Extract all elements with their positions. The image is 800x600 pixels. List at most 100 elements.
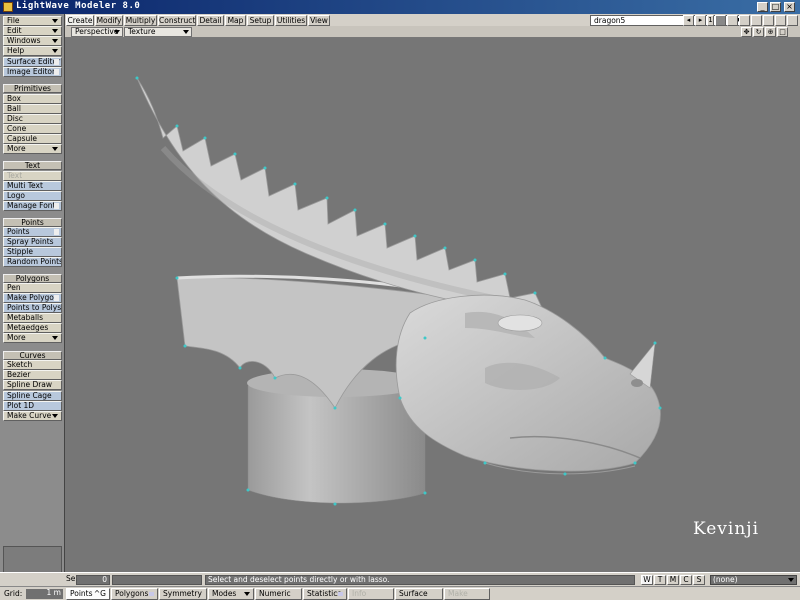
tab-create[interactable]: Create: [66, 15, 94, 26]
tool-multi-text[interactable]: Multi Text: [3, 181, 62, 191]
edit-menu[interactable]: Edit: [3, 26, 62, 36]
surface-button[interactable]: Surface: [395, 588, 443, 600]
tool-box[interactable]: Box: [3, 94, 62, 104]
tab-construct[interactable]: Construct: [158, 15, 196, 26]
make-polygon-label: Make Polygon: [7, 293, 59, 302]
tab-setup[interactable]: Setup: [247, 15, 274, 26]
maximize-viewport-icon[interactable]: □: [777, 27, 788, 37]
tool-spline-cage[interactable]: Spline Cage: [3, 391, 62, 401]
tool-random-points[interactable]: Random Points: [3, 257, 62, 267]
tool-capsule[interactable]: Capsule: [3, 134, 62, 144]
window-title: LightWave Modeler 8.0: [16, 1, 141, 11]
move-view-icon[interactable]: ✥: [741, 27, 752, 37]
make-curve-menu[interactable]: Make Curve: [3, 411, 62, 421]
layer-next-icon[interactable]: ▸: [695, 15, 706, 26]
eye-socket: [497, 314, 543, 332]
primitives-more-menu[interactable]: More: [3, 144, 62, 154]
polygons-mode-label: Polygons: [115, 589, 149, 598]
mode-marker: [338, 592, 343, 596]
tool-sketch[interactable]: Sketch: [3, 360, 62, 370]
image-editor-button[interactable]: Image Editor: [3, 67, 62, 77]
tool-bezier[interactable]: Bezier: [3, 370, 62, 380]
layer-number[interactable]: 1: [707, 15, 714, 26]
help-menu[interactable]: Help: [3, 46, 62, 56]
dragon-model: [135, 76, 662, 506]
tool-disc[interactable]: Disc: [3, 114, 62, 124]
shortcut-marker: [54, 295, 59, 301]
make-button[interactable]: Make: [444, 588, 490, 600]
close-button[interactable]: ×: [784, 2, 795, 12]
selection-count: 0: [76, 575, 110, 585]
tab-map[interactable]: Map: [225, 15, 246, 26]
render-mode-select[interactable]: Texture: [124, 27, 192, 37]
tool-stipple[interactable]: Stipple: [3, 247, 62, 257]
tool-metaballs[interactable]: Metaballs: [3, 313, 62, 323]
layer-slot-7[interactable]: [787, 15, 798, 26]
polygons-mode-button[interactable]: Polygons: [111, 588, 158, 600]
points-mode-button[interactable]: Points ^G: [66, 588, 110, 600]
group-header-curves: Curves: [3, 351, 62, 360]
points-label: Points: [7, 227, 30, 236]
selection-info-field: [112, 575, 202, 585]
tool-pen[interactable]: Pen: [3, 283, 62, 293]
view-type-select[interactable]: Perspective: [71, 27, 123, 37]
wtmcs-w-button[interactable]: W: [641, 575, 653, 585]
wtmcs-m-button[interactable]: M: [667, 575, 679, 585]
layer-prev-icon[interactable]: ◂: [683, 15, 694, 26]
app-icon: [3, 2, 13, 12]
windows-menu[interactable]: Windows: [3, 36, 62, 46]
tool-points[interactable]: Points: [3, 227, 62, 237]
maximize-button[interactable]: □: [770, 2, 781, 12]
polygons-more-menu[interactable]: More: [3, 333, 62, 343]
status-bar: Sel: 0 Select and deselect points direct…: [0, 572, 800, 586]
watermark-signature: Kevinji: [693, 519, 760, 539]
tool-text[interactable]: Text: [3, 171, 62, 181]
numeric-button[interactable]: Numeric: [255, 588, 302, 600]
help-message: Select and deselect points directly or w…: [205, 575, 635, 585]
vertex-map-select[interactable]: (none): [710, 575, 797, 585]
layer-slot-3[interactable]: [739, 15, 750, 26]
layer-slot-5[interactable]: [763, 15, 774, 26]
rotate-view-icon[interactable]: ↻: [753, 27, 764, 37]
tool-logo[interactable]: Logo: [3, 191, 62, 201]
manage-fonts-button[interactable]: Manage Fonts: [3, 201, 62, 211]
surface-editor-button[interactable]: Surface Editor: [3, 57, 62, 67]
tab-modify[interactable]: Modify: [95, 15, 123, 26]
tab-utilities[interactable]: Utilities: [275, 15, 307, 26]
statistics-button[interactable]: Statistics: [303, 588, 347, 600]
tool-cone[interactable]: Cone: [3, 124, 62, 134]
tab-view[interactable]: View: [308, 15, 330, 26]
wtmcs-t-button[interactable]: T: [654, 575, 666, 585]
tool-plot-1d[interactable]: Plot 1D: [3, 401, 62, 411]
wtmcs-s-button[interactable]: S: [693, 575, 705, 585]
perspective-viewport[interactable]: Kevinji: [65, 38, 800, 572]
shortcut-marker: [54, 229, 59, 235]
shortcut-marker: [54, 203, 59, 209]
tool-metaedges[interactable]: Metaedges: [3, 323, 62, 333]
shortcut-marker: [54, 69, 59, 75]
zoom-view-icon[interactable]: ⊕: [765, 27, 776, 37]
surface-editor-label: Surface Editor: [7, 57, 61, 66]
tab-detail[interactable]: Detail: [197, 15, 224, 26]
file-menu[interactable]: File: [3, 16, 62, 26]
wtmcs-c-button[interactable]: C: [680, 575, 692, 585]
tool-ball[interactable]: Ball: [3, 104, 62, 114]
make-polygon-button[interactable]: Make Polygon: [3, 293, 62, 303]
layer-slot-4[interactable]: [751, 15, 762, 26]
minimize-button[interactable]: _: [757, 2, 768, 12]
tab-multiply[interactable]: Multiply: [124, 15, 157, 26]
points-to-polys-button[interactable]: Points to Polys: [3, 303, 62, 313]
layer-slot-1[interactable]: [715, 15, 726, 26]
grid-label: Grid:: [4, 589, 23, 598]
tool-spray-points[interactable]: Spray Points: [3, 237, 62, 247]
viewport-header: Perspective Texture ✥ ↻ ⊕ □: [65, 26, 800, 38]
group-header-primitives: Primitives: [3, 84, 62, 93]
layer-slot-6[interactable]: [775, 15, 786, 26]
layer-slot-2[interactable]: [727, 15, 738, 26]
title-bar: LightWave Modeler 8.0 _ □ ×: [0, 0, 800, 14]
symmetry-button[interactable]: Symmetry: [159, 588, 207, 600]
modes-menu[interactable]: Modes: [208, 588, 254, 600]
tab-bar: Create Modify Multiply Construct Detail …: [65, 14, 800, 26]
tool-spline-draw[interactable]: Spline Draw: [3, 380, 62, 390]
info-button[interactable]: Info: [348, 588, 394, 600]
